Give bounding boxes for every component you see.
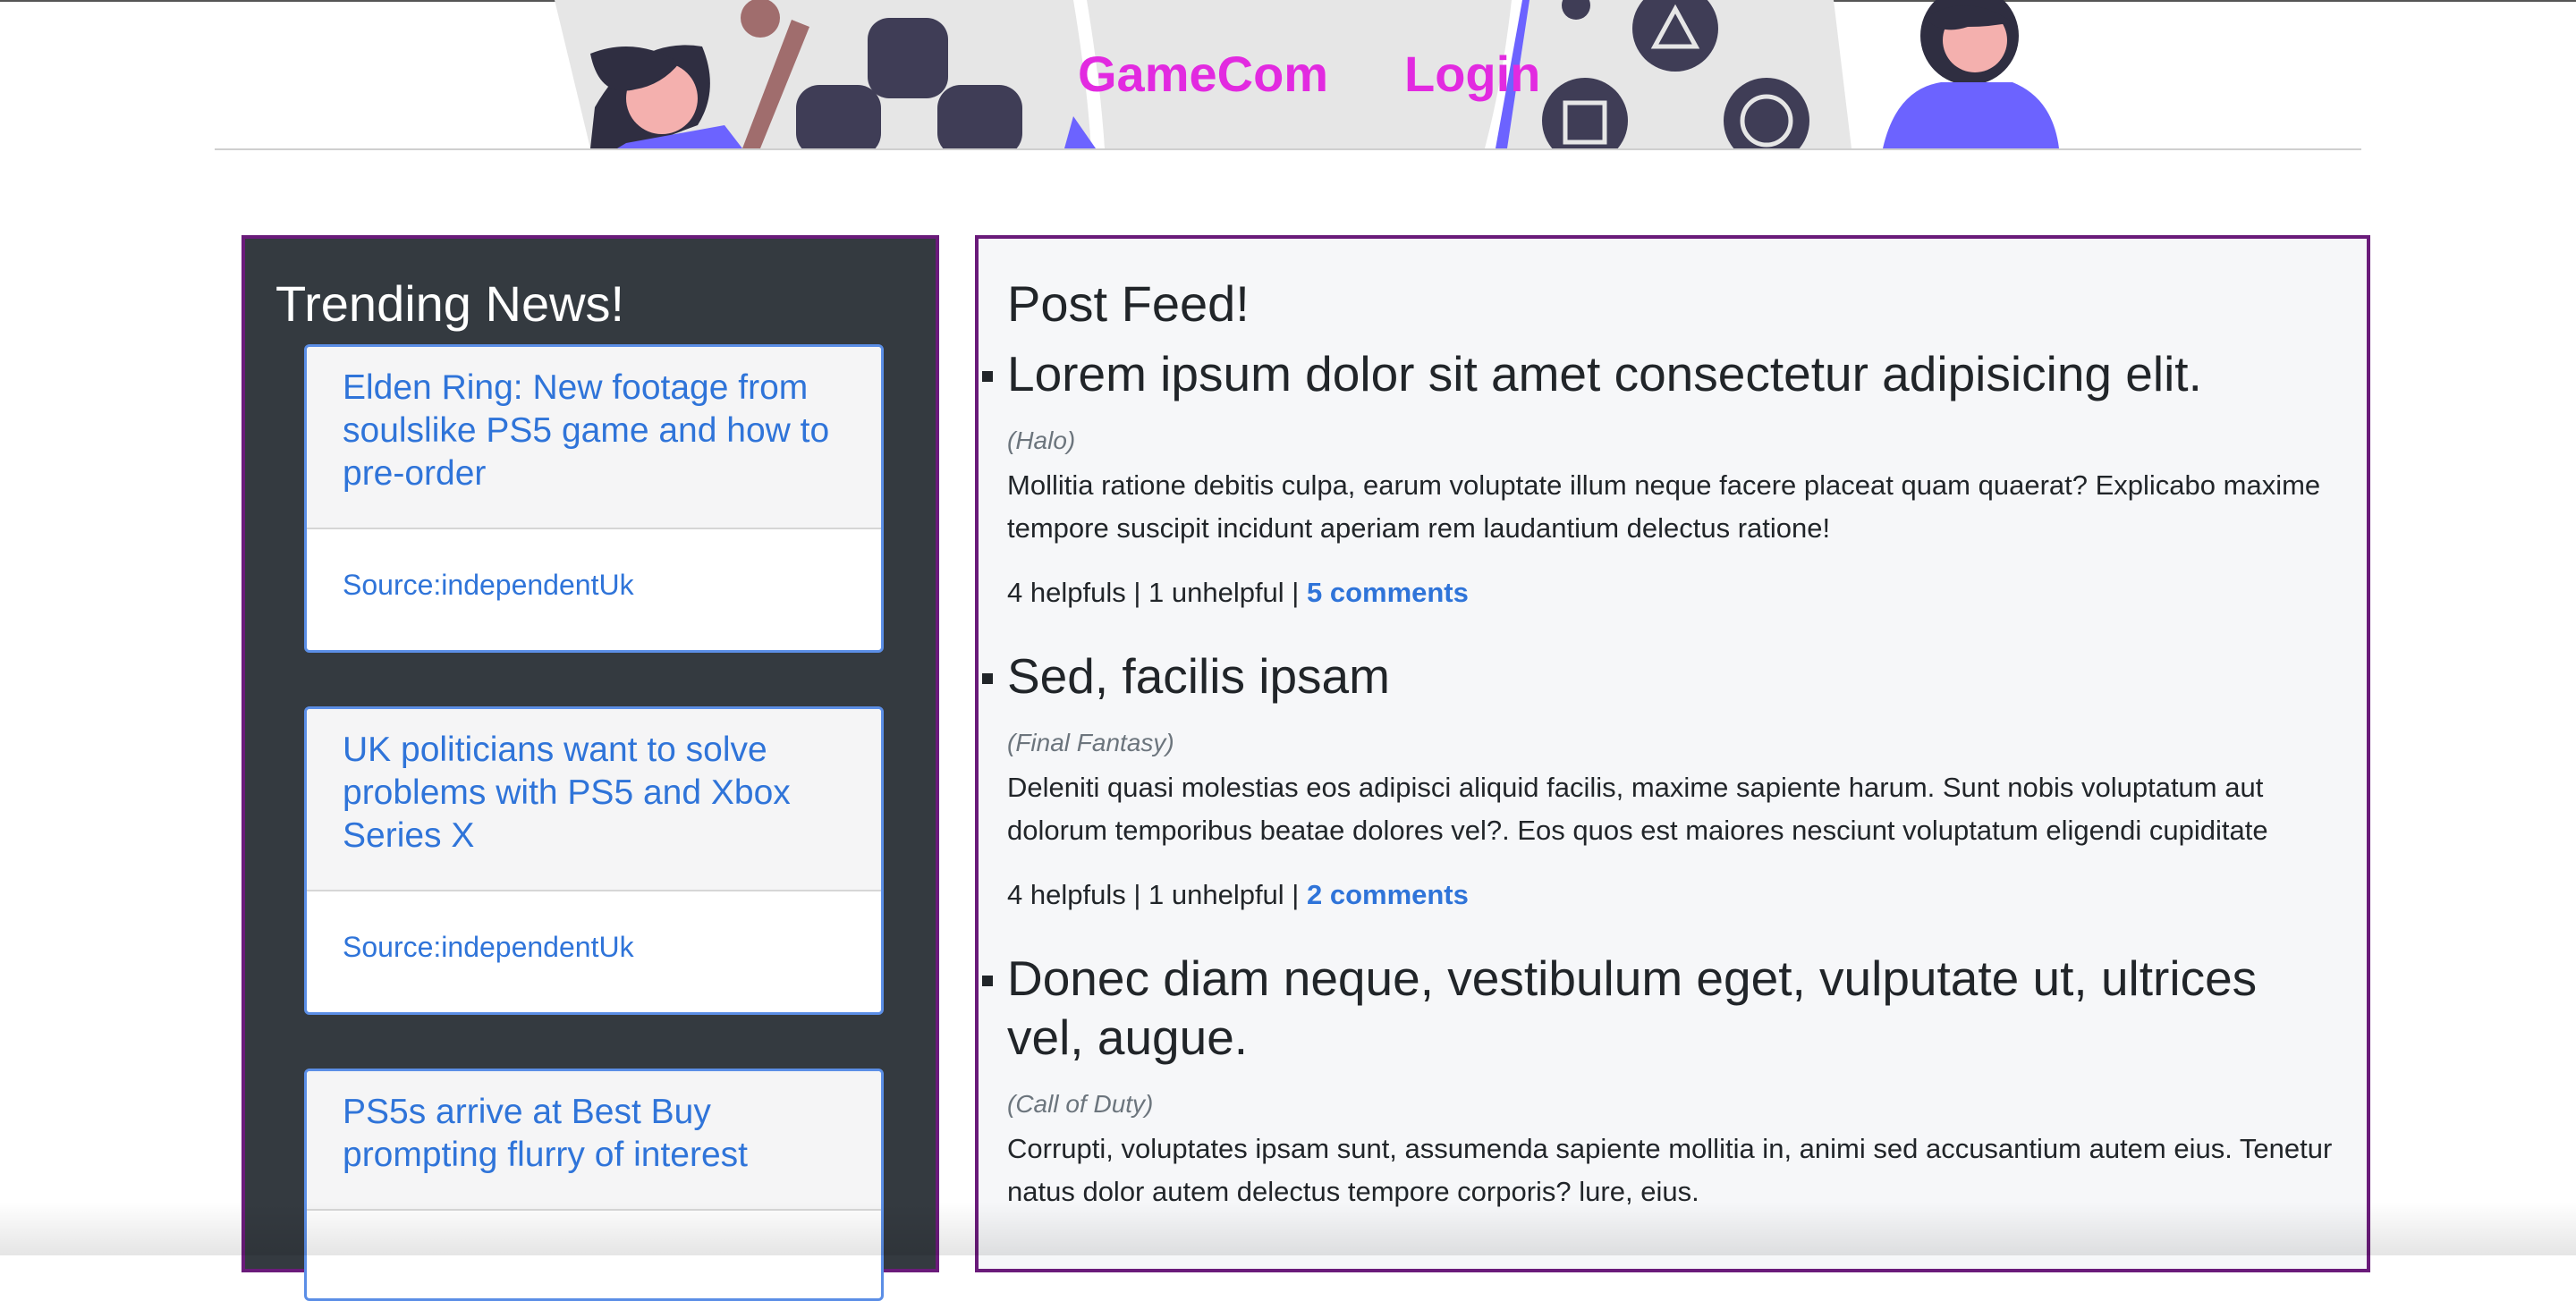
unhelpful-count: 1 unhelpful: [1148, 879, 1284, 910]
post-feed-panel: Post Feed! Lorem ipsum dolor sit amet co…: [975, 235, 2370, 1272]
trending-news-panel: Trending News! Elden Ring: New footage f…: [242, 235, 939, 1301]
post-body: Deleniti quasi molestias eos adipisci al…: [1007, 772, 2268, 846]
post-item: Lorem ipsum dolor sit amet consectetur a…: [982, 344, 2345, 609]
news-card-body: [307, 1211, 881, 1298]
helpful-count: 4 helpfuls: [1007, 879, 1126, 910]
post-body: Mollitia ratione debitis culpa, earum vo…: [1007, 469, 2321, 544]
post-game-tag: (Final Fantasy): [1007, 729, 1174, 756]
post-game-tag: (Call of Duty): [1007, 1090, 1154, 1118]
comments-link[interactable]: 5 comments: [1307, 577, 1469, 608]
news-card-source-link[interactable]: Source:independentUk: [343, 931, 634, 963]
news-card-header: PS5s arrive at Best Buy prompting flurry…: [307, 1071, 881, 1211]
news-card: Elden Ring: New footage from soulslike P…: [304, 344, 884, 653]
news-card: PS5s arrive at Best Buy prompting flurry…: [304, 1069, 884, 1301]
post-item: Sed, facilis ipsam (Final Fantasy) Delen…: [982, 646, 2345, 911]
list-bullet-icon: [982, 673, 993, 684]
post-title: Sed, facilis ipsam: [1007, 648, 1390, 704]
post-title: Donec diam neque, vestibulum eget, vulpu…: [1007, 950, 2258, 1065]
helpful-count: 4 helpfuls: [1007, 577, 1126, 608]
news-card: UK politicians want to solve problems wi…: [304, 706, 884, 1015]
post-stats: 4 helpfuls | 1 unhelpful | 5 comments: [1007, 577, 1469, 608]
news-card-title-link[interactable]: PS5s arrive at Best Buy prompting flurry…: [343, 1091, 845, 1177]
news-card-source-link[interactable]: Source:independentUk: [343, 569, 634, 601]
news-card-title-link[interactable]: Elden Ring: New footage from soulslike P…: [343, 367, 845, 495]
news-card-header: UK politicians want to solve problems wi…: [307, 709, 881, 891]
post-title: Lorem ipsum dolor sit amet consectetur a…: [1007, 346, 2202, 401]
post-body: Corrupti, voluptates ipsam sunt, assumen…: [1007, 1133, 2333, 1207]
brand-link[interactable]: GameCom: [1078, 45, 1328, 103]
login-link[interactable]: Login: [1404, 45, 1540, 103]
news-card-header: Elden Ring: New footage from soulslike P…: [307, 347, 881, 529]
post-stats: 4 helpfuls | 1 unhelpful | 2 comments: [1007, 879, 1469, 910]
trending-news-title: Trending News!: [275, 275, 625, 332]
header-divider: [215, 148, 2361, 150]
post-feed-title: Post Feed!: [1007, 275, 1250, 332]
post-item: Donec diam neque, vestibulum eget, vulpu…: [982, 949, 2345, 1213]
news-card-body: Source:independentUk: [307, 529, 881, 650]
list-bullet-icon: [982, 371, 993, 382]
news-card-body: Source:independentUk: [307, 891, 881, 1012]
list-bullet-icon: [982, 976, 993, 986]
comments-link[interactable]: 2 comments: [1307, 879, 1469, 910]
unhelpful-count: 1 unhelpful: [1148, 577, 1284, 608]
news-card-title-link[interactable]: UK politicians want to solve problems wi…: [343, 729, 845, 857]
person-right-figure: [1883, 0, 2059, 148]
post-game-tag: (Halo): [1007, 427, 1076, 454]
site-header: GameCom Login: [215, 0, 2361, 148]
